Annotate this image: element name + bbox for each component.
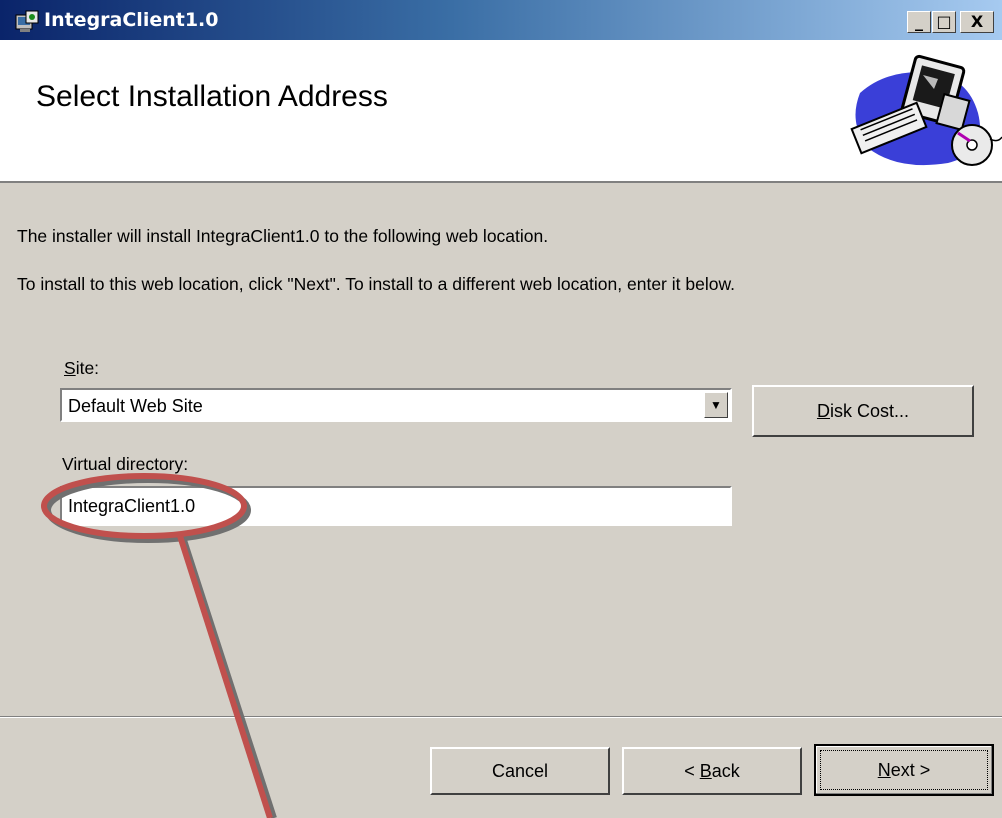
minimize-icon: _: [915, 12, 923, 31]
title-bar[interactable]: IntegraClient1.0 _ □ X: [0, 0, 1002, 40]
installer-app-icon: [15, 10, 39, 32]
wizard-header-banner: Select Installation Address: [0, 40, 1002, 183]
disk-cost-button[interactable]: Disk Cost...: [752, 385, 974, 437]
installer-window: IntegraClient1.0 _ □ X Select Installati…: [0, 0, 1002, 818]
site-label: Site:: [64, 358, 99, 379]
computer-cd-icon: [850, 54, 1002, 166]
site-label-accesskey: S: [64, 358, 76, 378]
back-button[interactable]: < Back: [622, 747, 802, 795]
site-dropdown-value: Default Web Site: [68, 396, 203, 416]
site-dropdown[interactable]: Default Web Site ▼: [60, 388, 732, 422]
back-label: ack: [711, 761, 740, 781]
disk-cost-accesskey: D: [816, 401, 830, 421]
callout-line: [177, 535, 273, 818]
virtual-directory-label: Virtual directory:: [62, 454, 189, 474]
focus-indicator: [820, 750, 988, 790]
page-title: Select Installation Address: [36, 80, 388, 113]
site-label-text: ite:: [75, 358, 100, 378]
minimize-button[interactable]: _: [907, 11, 931, 33]
close-button[interactable]: X: [960, 11, 994, 33]
maximize-icon: □: [936, 12, 952, 31]
virtual-directory-input[interactable]: IntegraClient1.0: [60, 486, 732, 526]
next-button[interactable]: Next >: [814, 744, 994, 796]
close-icon: X: [970, 12, 984, 31]
maximize-button[interactable]: □: [932, 11, 956, 33]
install-description: The installer will install IntegraClient…: [17, 226, 549, 246]
disk-cost-label: isk Cost...: [829, 401, 909, 421]
cancel-button[interactable]: Cancel: [430, 747, 610, 795]
back-accesskey: B: [699, 761, 712, 781]
callout-line-shadow: [181, 539, 277, 818]
back-label-prefix: <: [684, 761, 700, 781]
footer-separator: [0, 716, 1002, 718]
install-instructions: To install to this web location, click "…: [17, 274, 735, 294]
window-title: IntegraClient1.0: [44, 9, 219, 31]
chevron-down-icon[interactable]: ▼: [704, 392, 728, 418]
